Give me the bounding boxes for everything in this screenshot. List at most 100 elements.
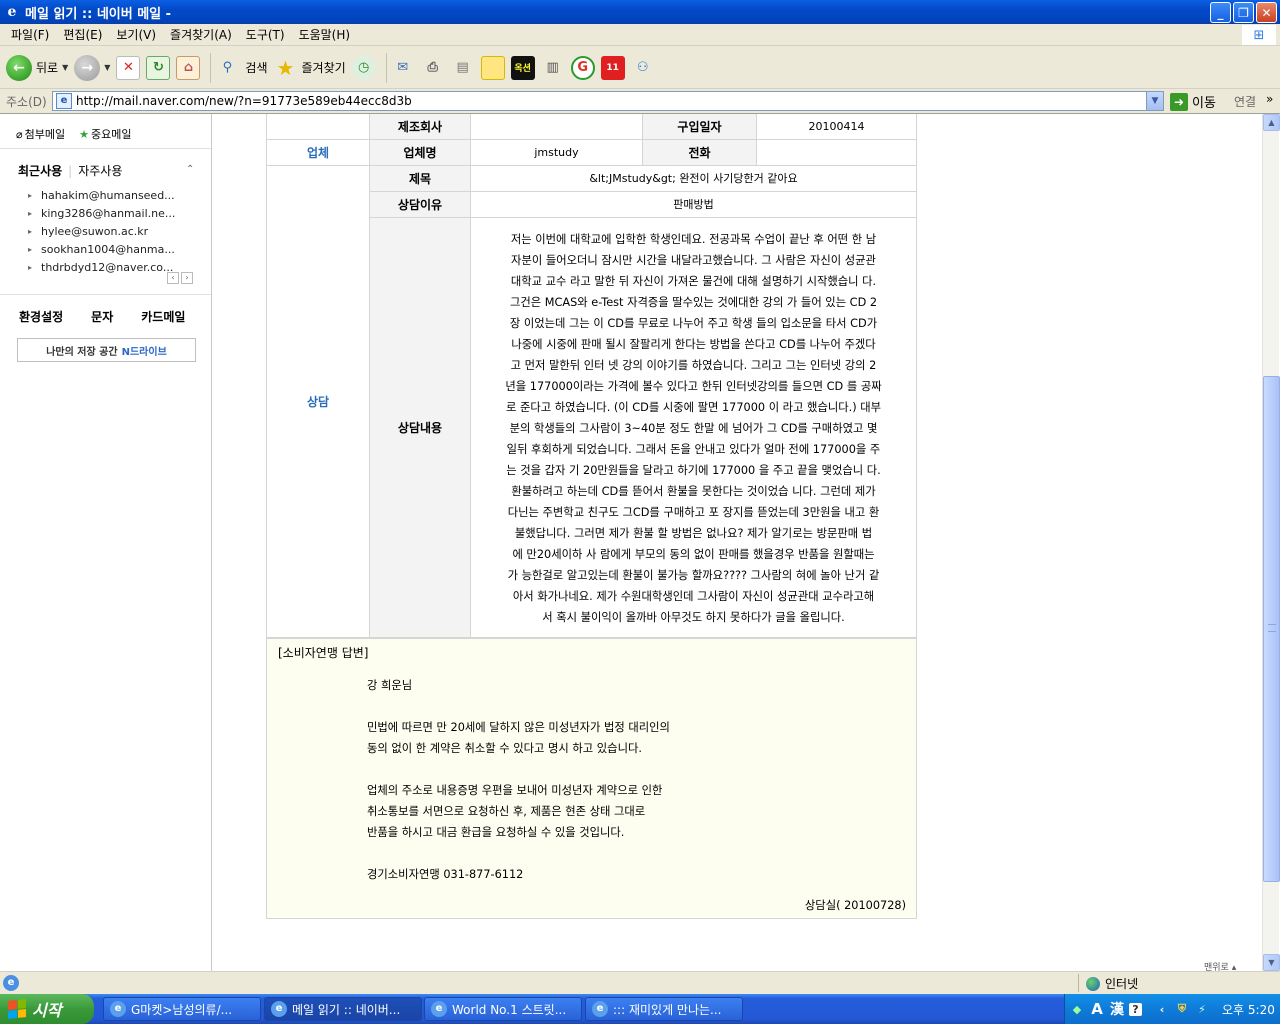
answer-line: 민법에 따르면 만 20세에 달하지 않은 미성년자가 법정 대리인의 — [367, 721, 670, 734]
collapse-icon[interactable]: ⌃ — [186, 164, 194, 175]
taskbar-item[interactable]: e G마켓>남성의류/... — [103, 997, 261, 1021]
refresh-icon[interactable]: ↻ — [146, 55, 171, 80]
important-mail-link[interactable]: ★ 중요메일 — [79, 126, 131, 142]
gmarket-icon[interactable]: G — [570, 55, 595, 80]
content-line: 고 먼저 말한뒤 인터 넷 강의 이야기를 하였습니다. 그리고 그는 인터넷 … — [510, 358, 877, 372]
menu-edit[interactable]: 편집(E) — [56, 26, 109, 43]
menu-help[interactable]: 도움말(H) — [292, 26, 358, 43]
safely-remove-icon[interactable]: ⚡ — [1194, 1001, 1210, 1017]
close-button[interactable]: ✕ — [1256, 2, 1277, 23]
back-button[interactable]: ← 뒤로 ▼ — [6, 54, 68, 81]
subject-label: 제목 — [369, 164, 471, 192]
ndrive-banner[interactable]: 나만의 저장 공간 N드라이브 — [17, 338, 196, 362]
taskbar-item[interactable]: e World No.1 스트릿... — [424, 997, 582, 1021]
menu-file[interactable]: 파일(F) — [4, 26, 56, 43]
bullet-icon: ▸ — [28, 262, 33, 272]
security-shield-icon[interactable]: ⛨ — [1174, 1001, 1190, 1017]
toolbar: ← 뒤로 ▼ → ▼ ✕ ↻ ⌂ ⚲ 검색 ★ 즐겨찾기 ◷ ✉ ⎙ ▤ 옥션 … — [0, 47, 1280, 89]
edit-icon[interactable]: ▤ — [451, 56, 475, 80]
auction-icon[interactable]: 옥션 — [510, 55, 535, 80]
address-dropdown-icon[interactable]: ▼ — [1146, 92, 1163, 110]
maker-label: 제조회사 — [369, 114, 471, 140]
contact-item[interactable]: ▸ hylee@suwon.ac.kr — [28, 222, 175, 240]
stop-icon[interactable]: ✕ — [116, 55, 141, 80]
ime-a-icon[interactable]: A — [1089, 1000, 1105, 1018]
prev-page-icon[interactable]: ‹ — [167, 272, 179, 284]
contact-item[interactable]: ▸ hahakim@humanseed... — [28, 186, 175, 204]
network-icon[interactable]: ◆ — [1069, 1001, 1085, 1017]
forward-button[interactable]: → ▼ — [74, 54, 110, 81]
next-page-icon[interactable]: › — [181, 272, 193, 284]
links-label[interactable]: 연결 — [1234, 93, 1256, 110]
content-line: 에 만20세이하 사 람에게 부모의 동의 없이 판매를 했을경우 반품을 원할… — [512, 547, 875, 561]
tab-recent[interactable]: 최근사용 — [18, 162, 62, 179]
scroll-up-icon[interactable]: ▲ — [1263, 114, 1280, 131]
contact-item[interactable]: ▸ king3286@hanmail.ne... — [28, 204, 175, 222]
star-icon: ★ — [79, 128, 89, 141]
table-row: 업체 업체명 jmstudy 전화 — [266, 138, 917, 166]
back-dropdown-icon[interactable]: ▼ — [62, 63, 68, 72]
maximize-button[interactable]: ❐ — [1233, 2, 1254, 23]
address-url: http://mail.naver.com/new/?n=91773e589eb… — [76, 94, 412, 108]
content-line: 불했답니다. 그러면 제가 환불 할 방법은 없나요? 제가 알기로는 방문판매… — [514, 526, 873, 540]
content-line: 는 것을 갑자 기 20만원들을 달라고 하기에 177000 을 주고 끝을 … — [506, 463, 881, 477]
print-icon[interactable]: ⎙ — [421, 56, 445, 80]
links-chevron-icon[interactable]: » — [1266, 92, 1273, 106]
answer-footer: 상담실( 20100728) — [804, 899, 906, 912]
go-button[interactable]: ➜ 이동 — [1170, 92, 1216, 111]
taskbar-item-active[interactable]: e 메일 읽기 :: 네이버... — [264, 997, 422, 1021]
contacts-icon[interactable]: ⚇ — [631, 56, 655, 80]
go-label: 이동 — [1192, 96, 1216, 111]
ie-task-icon: e — [592, 1001, 608, 1017]
title-bar: e 메일 읽기 :: 네이버 메일 - _ ❐ ✕ — [0, 0, 1280, 24]
taskbar-item[interactable]: e ::: 재미있게 만나는... — [585, 997, 743, 1021]
content-line: 가 능한걸로 알고있는데 환불이 불가능 할까요???? 그사람의 혀에 놀아 … — [507, 568, 880, 582]
content-line: 서 혹시 불이익이 올까바 아무것도 하지 못하다가 글을 올립니다. — [542, 610, 845, 624]
sms-link[interactable]: 문자 — [91, 308, 113, 325]
status-separator — [1078, 974, 1079, 992]
history-icon[interactable]: ◷ — [351, 55, 376, 80]
table-row: 상담 제목 &lt;JMstudy&gt; 완전이 사기당한거 같아요 — [266, 164, 917, 638]
attached-mail-link[interactable]: ⌀ 첨부메일 — [16, 126, 65, 142]
search-button[interactable]: ⚲ 검색 — [215, 56, 268, 80]
contacts-pager: ‹ › — [167, 272, 193, 284]
tab-frequent[interactable]: 자주사용 — [78, 162, 122, 179]
clock: 오후 5:20 — [1222, 1002, 1275, 1017]
mail-sidebar: ⌀ 첨부메일 ★ 중요메일 최근사용 | 자주사용 ⌃ ▸ hahakim@human… — [0, 114, 212, 972]
answer-line: 취소통보를 서면으로 요청하신 후, 제품은 현존 상태 그대로 — [367, 805, 646, 818]
help-icon[interactable]: ? — [1129, 1002, 1142, 1016]
vertical-scrollbar[interactable]: ▲ ▼ — [1262, 114, 1280, 972]
menu-tools[interactable]: 도구(T) — [239, 26, 292, 43]
content-line: 분의 학생들의 그사람이 3~40분 정도 한말 에 넘어가 그 CD를 구매하… — [509, 421, 878, 435]
content-line: 그건은 MCAS와 e-Test 자격증을 딸수있는 것에대한 강의 가 들어 … — [509, 295, 878, 309]
go-arrow-icon: ➜ — [1170, 92, 1188, 111]
forward-dropdown-icon[interactable]: ▼ — [104, 63, 110, 72]
note-icon[interactable] — [480, 55, 505, 80]
menu-view[interactable]: 보기(V) — [109, 26, 163, 43]
contact-item[interactable]: ▸ sookhan1004@hanma... — [28, 240, 175, 258]
menu-favorites[interactable]: 즐겨찾기(A) — [163, 26, 239, 43]
scroll-thumb[interactable] — [1263, 376, 1280, 882]
scroll-down-icon[interactable]: ▼ — [1263, 954, 1280, 971]
back-label: 뒤로 — [36, 61, 59, 75]
toolbar-separator — [210, 52, 212, 83]
ime-hanja-icon[interactable]: 漢 — [1109, 1001, 1125, 1018]
minimize-button[interactable]: _ — [1210, 2, 1231, 23]
home-icon[interactable]: ⌂ — [176, 55, 201, 80]
company-name-label: 업체명 — [369, 138, 471, 166]
contact-item[interactable]: ▸ thdrbdyd12@naver.co... — [28, 258, 175, 276]
mail-icon[interactable]: ✉ — [391, 56, 415, 80]
messenger-icon[interactable]: ▥ — [541, 56, 565, 80]
answer-signature: 경기소비자연맹 031-877-6112 — [367, 868, 524, 881]
favorites-button[interactable]: ★ 즐겨찾기 — [274, 56, 346, 80]
taskbar: 시작 e G마켓>남성의류/... e 메일 읽기 :: 네이버... e Wo… — [0, 994, 1280, 1024]
start-button[interactable]: 시작 — [0, 994, 94, 1024]
card-mail-link[interactable]: 카드메일 — [141, 308, 185, 325]
11st-icon[interactable]: 11 — [600, 55, 625, 80]
address-input[interactable]: e http://mail.naver.com/new/?n=91773e589… — [52, 91, 1164, 111]
settings-link[interactable]: 환경설정 — [19, 308, 63, 325]
contact-email: king3286@hanmail.ne... — [41, 206, 176, 220]
search-label: 검색 — [245, 61, 268, 75]
ndrive-brand: N드라이브 — [121, 346, 167, 358]
tray-expand-icon[interactable]: ‹ — [1154, 1001, 1170, 1017]
